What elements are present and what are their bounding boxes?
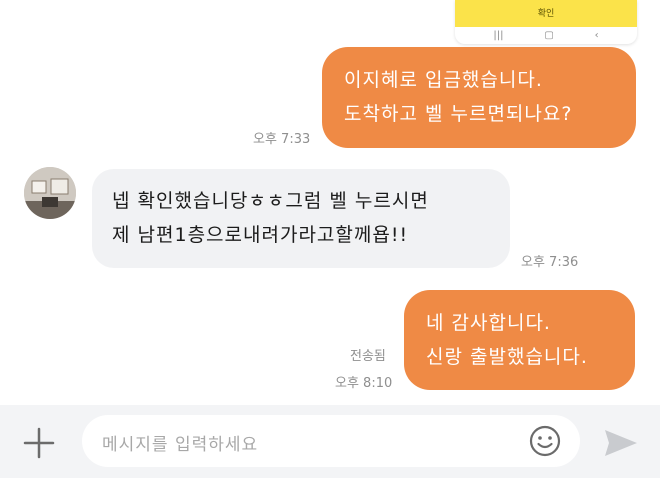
message-input-placeholder: 메시지를 입력하세요 xyxy=(102,435,259,455)
avatar-icon[interactable] xyxy=(24,167,76,219)
outgoing-message-bubble[interactable]: 네 감사합니다. 신랑 출발했습니다. xyxy=(404,290,635,390)
recent-apps-icon: ||| xyxy=(493,30,504,41)
plus-icon[interactable] xyxy=(22,426,56,460)
android-nav-bar: ||| ▢ ‹ xyxy=(455,27,637,44)
sent-status: 전송됨 xyxy=(350,349,386,364)
confirm-button-label: 확인 xyxy=(537,9,555,19)
pasted-screenshot-card[interactable]: 확인 ||| ▢ ‹ xyxy=(455,0,637,44)
outgoing-message-bubble[interactable]: 이지혜로 입금했습니다. 도착하고 벨 누르면되나요? xyxy=(322,47,636,148)
message-line: 이지혜로 입금했습니다. xyxy=(344,69,543,91)
home-icon: ▢ xyxy=(544,30,554,41)
message-line: 제 남편1층으로내려가라고할께욥!! xyxy=(112,224,409,246)
message-input[interactable]: 메시지를 입력하세요 xyxy=(82,415,580,467)
message-line: 신랑 출발했습니다. xyxy=(426,346,588,368)
message-time: 오후 7:36 xyxy=(521,255,579,270)
confirm-banner: 확인 xyxy=(455,0,637,27)
emoji-icon[interactable] xyxy=(528,424,562,458)
message-line: 도착하고 벨 누르면되나요? xyxy=(344,103,573,125)
send-icon[interactable] xyxy=(603,428,639,458)
back-icon: ‹ xyxy=(594,30,599,41)
message-time: 오후 8:10 xyxy=(335,376,393,391)
message-time: 오후 7:33 xyxy=(253,132,311,147)
message-composer: 메시지를 입력하세요 xyxy=(0,405,660,478)
message-line: 네 감사합니다. xyxy=(426,312,551,334)
incoming-message-bubble[interactable]: 넵 확인했습니당ㅎㅎ그럼 벨 누르시면 제 남편1층으로내려가라고할께욥!! xyxy=(92,169,510,268)
message-line: 넵 확인했습니당ㅎㅎ그럼 벨 누르시면 xyxy=(112,190,429,212)
